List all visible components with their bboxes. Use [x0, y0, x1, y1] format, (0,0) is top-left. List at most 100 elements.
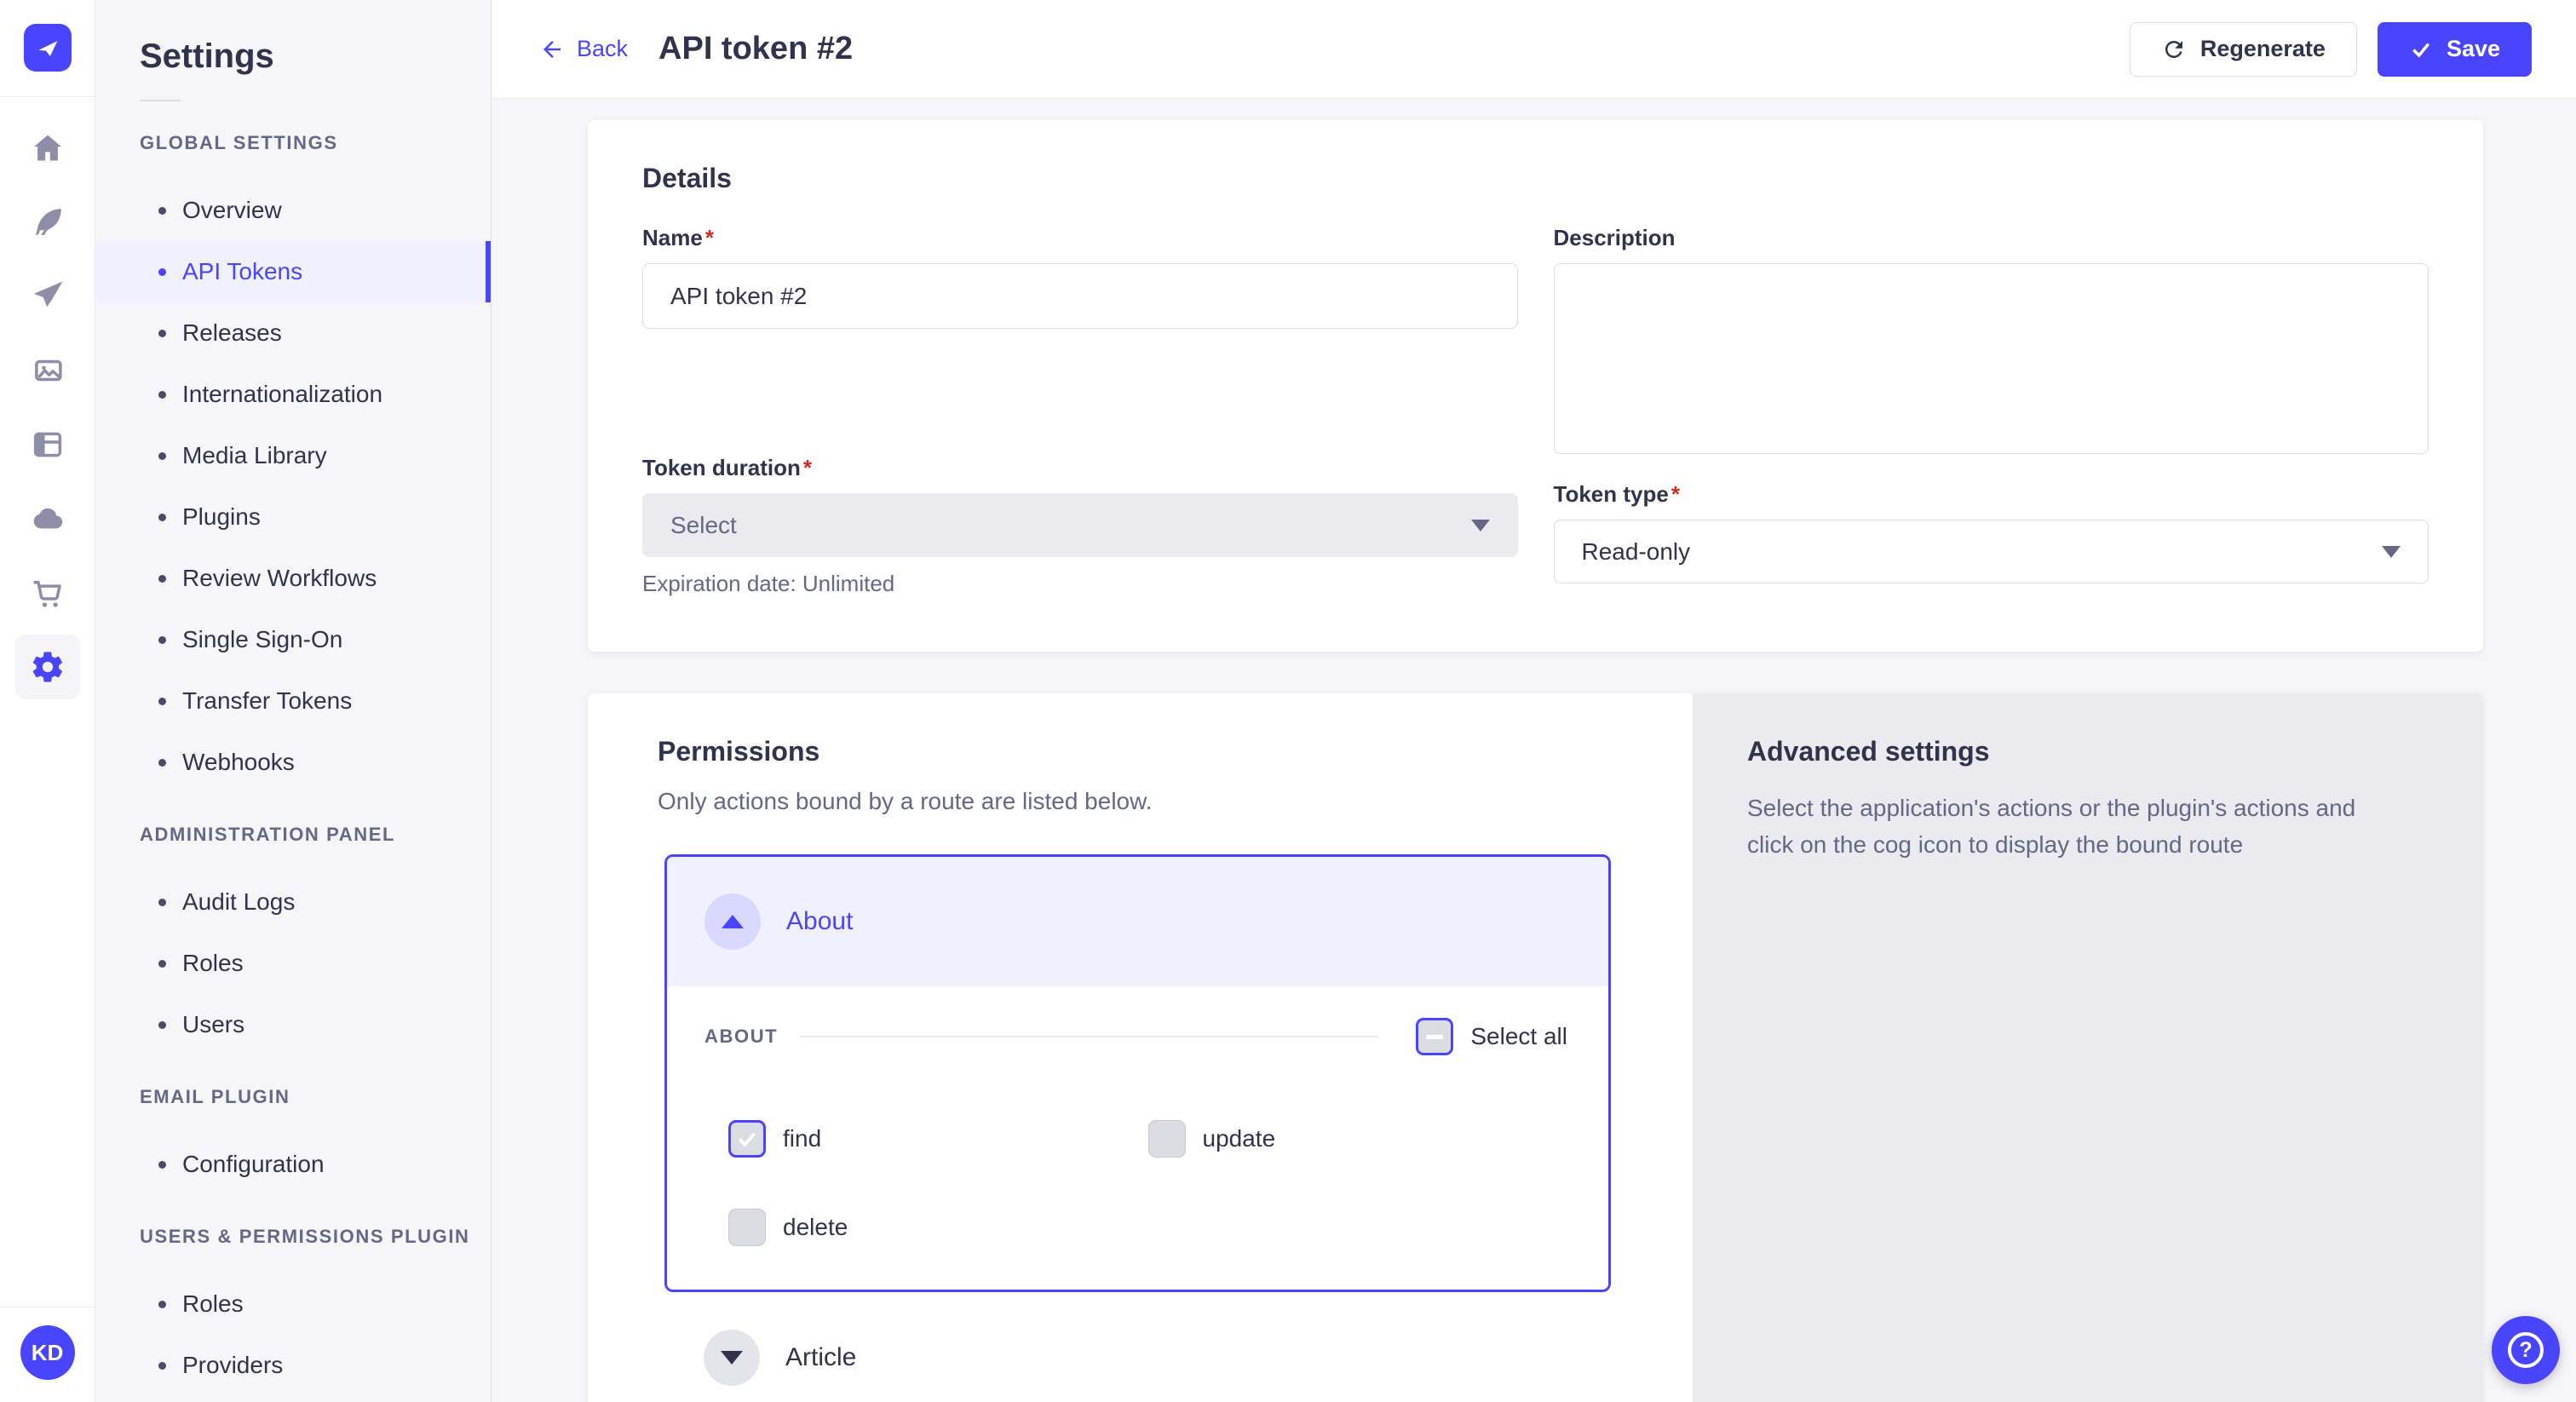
bullet-icon: [158, 268, 166, 276]
section-email-plugin: EMAIL PLUGIN Configuration: [95, 1086, 491, 1195]
sidebar-item-internationalization[interactable]: Internationalization: [95, 364, 491, 425]
sidebar-item-roles[interactable]: Roles: [95, 933, 491, 994]
action-find: find: [728, 1120, 1148, 1158]
section-label: GLOBAL SETTINGS: [140, 132, 491, 154]
content-type-builder-icon[interactable]: [15, 190, 80, 255]
name-input[interactable]: [642, 263, 1518, 329]
chevron-down-icon: [721, 1351, 743, 1365]
bullet-icon: [158, 1021, 166, 1029]
required-asterisk: *: [1671, 481, 1680, 507]
sidebar-item-review-workflows[interactable]: Review Workflows: [95, 548, 491, 609]
token-duration-label: Token duration: [642, 455, 801, 480]
token-duration-select[interactable]: Select: [642, 493, 1518, 557]
home-icon[interactable]: [15, 116, 80, 181]
bullet-icon: [158, 391, 166, 399]
sidebar-item-configuration[interactable]: Configuration: [95, 1134, 491, 1195]
bullet-icon: [158, 1161, 166, 1169]
sidebar-item-users[interactable]: Users: [95, 994, 491, 1055]
settings-sidebar: Settings GLOBAL SETTINGS Overview API To…: [95, 0, 492, 1402]
bullet-icon: [158, 330, 166, 337]
app-root: KD Settings GLOBAL SETTINGS Overview API…: [0, 0, 2576, 1402]
select-all-checkbox[interactable]: [1416, 1018, 1453, 1055]
page-title: API token #2: [658, 31, 853, 67]
sidebar-item-single-sign-on[interactable]: Single Sign-On: [95, 609, 491, 670]
advanced-settings-body: Select the application's actions or the …: [1747, 790, 2401, 863]
accordion-about-header[interactable]: About: [667, 857, 1608, 986]
sidebar-item-providers[interactable]: Providers: [95, 1335, 491, 1396]
chevron-up-icon: [722, 915, 744, 928]
required-asterisk: *: [705, 225, 714, 250]
section-global-settings: GLOBAL SETTINGS Overview API Tokens Rele…: [95, 132, 491, 793]
check-icon: [734, 1126, 760, 1152]
page-content: Details Name* Token duration* Select: [492, 99, 2576, 1402]
check-icon: [2409, 37, 2433, 61]
sidebar-item-transfer-tokens[interactable]: Transfer Tokens: [95, 670, 491, 732]
details-right-column: Description Token type* Read-only: [1554, 225, 2429, 597]
bullet-icon: [158, 698, 166, 705]
sidebar-item-api-tokens[interactable]: API Tokens: [95, 241, 491, 302]
token-type-select[interactable]: Read-only: [1554, 520, 2429, 583]
regenerate-label: Regenerate: [2200, 36, 2326, 62]
section-users-permissions-plugin: USERS & PERMISSIONS PLUGIN Roles Provide…: [95, 1226, 491, 1396]
details-left-column: Name* Token duration* Select Expiration …: [642, 225, 1518, 597]
cloud-icon[interactable]: [15, 486, 80, 551]
accordion-article-title: Article: [785, 1343, 856, 1372]
bullet-icon: [158, 1362, 166, 1370]
expand-toggle-button[interactable]: [704, 1330, 760, 1386]
sidebar-item-up-roles[interactable]: Roles: [95, 1273, 491, 1335]
strapi-logo-icon: [31, 31, 65, 65]
bullet-icon: [158, 960, 166, 968]
advanced-settings-panel: Advanced settings Select the application…: [1693, 693, 2483, 1402]
token-type-field: Token type* Read-only: [1554, 481, 2429, 583]
about-section-row: ABOUT Select all: [704, 1018, 1567, 1055]
find-label: find: [783, 1125, 821, 1152]
delete-label: delete: [783, 1214, 848, 1241]
back-arrow-icon: [539, 37, 565, 62]
sidebar-item-overview[interactable]: Overview: [95, 180, 491, 241]
strapi-logo[interactable]: [24, 24, 72, 72]
name-label: Name: [642, 225, 703, 250]
find-checkbox[interactable]: [728, 1120, 766, 1158]
rail-bottom: KD: [0, 1282, 95, 1402]
accordion-about-body: ABOUT Select all find: [667, 986, 1608, 1290]
avatar[interactable]: KD: [20, 1325, 75, 1380]
regenerate-button[interactable]: Regenerate: [2130, 22, 2357, 77]
help-button[interactable]: ?: [2492, 1316, 2560, 1384]
marketplace-cart-icon[interactable]: [15, 560, 80, 625]
update-checkbox[interactable]: [1148, 1120, 1186, 1158]
bullet-icon: [158, 575, 166, 583]
description-textarea[interactable]: [1554, 263, 2429, 454]
permissions-section: Permissions Only actions bound by a rout…: [588, 693, 2483, 1402]
bullet-icon: [158, 1301, 166, 1308]
section-administration-panel: ADMINISTRATION PANEL Audit Logs Roles Us…: [95, 824, 491, 1055]
collapse-toggle-button[interactable]: [704, 893, 761, 950]
settings-gear-icon[interactable]: [15, 635, 80, 699]
token-type-value: Read-only: [1582, 538, 1691, 566]
sidebar-title: Settings: [140, 37, 491, 76]
rail-divider: [0, 96, 95, 97]
sidebar-item-plugins[interactable]: Plugins: [95, 486, 491, 548]
chevron-down-icon: [1471, 520, 1490, 531]
sidebar-item-releases[interactable]: Releases: [95, 302, 491, 364]
bullet-icon: [158, 514, 166, 521]
accordion-about: About ABOUT Select all: [664, 854, 1611, 1292]
back-link[interactable]: Back: [539, 36, 628, 62]
media-library-icon[interactable]: [15, 338, 80, 403]
save-button[interactable]: Save: [2378, 22, 2532, 77]
permissions-panel: Permissions Only actions bound by a rout…: [588, 693, 1693, 1402]
token-type-label: Token type: [1554, 481, 1669, 507]
chevron-down-icon: [2382, 546, 2401, 558]
select-all-label: Select all: [1470, 1023, 1567, 1050]
main-area: Back API token #2 Regenerate Save Detail…: [492, 0, 2576, 1402]
sidebar-item-webhooks[interactable]: Webhooks: [95, 732, 491, 793]
save-label: Save: [2447, 36, 2500, 62]
accordion-article-header[interactable]: Article: [704, 1330, 1621, 1386]
deploy-icon[interactable]: [15, 264, 80, 329]
bullet-icon: [158, 636, 166, 644]
content-manager-icon[interactable]: [15, 412, 80, 477]
page-header: Back API token #2 Regenerate Save: [492, 0, 2576, 99]
delete-checkbox[interactable]: [728, 1209, 766, 1246]
sidebar-item-audit-logs[interactable]: Audit Logs: [95, 871, 491, 933]
sidebar-item-media-library[interactable]: Media Library: [95, 425, 491, 486]
rail-icons: [15, 116, 80, 709]
